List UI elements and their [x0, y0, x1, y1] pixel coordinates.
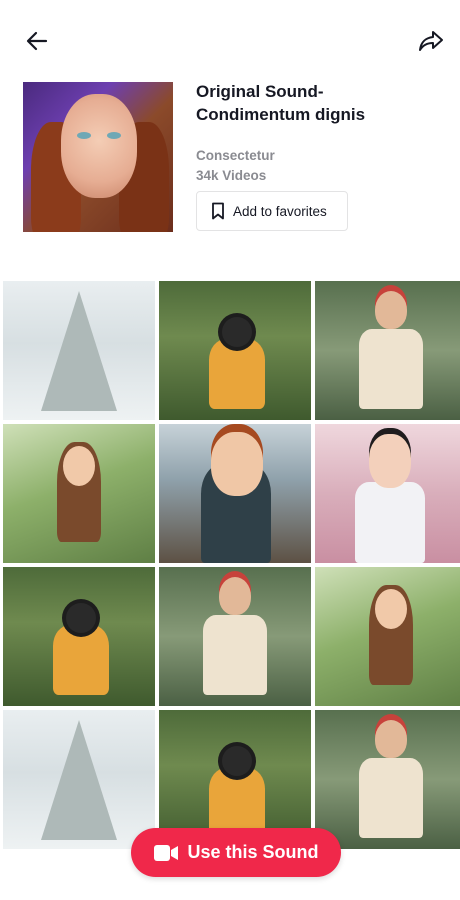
video-thumbnail[interactable]: [159, 424, 311, 563]
cover-eye-left: [77, 132, 91, 139]
video-thumbnail[interactable]: [315, 424, 460, 563]
sound-title: Original Sound- Condimentum dignis: [196, 80, 446, 126]
arrow-left-icon: [26, 31, 48, 51]
share-button[interactable]: [416, 26, 446, 56]
add-to-favorites-button[interactable]: Add to favorites: [196, 191, 348, 231]
video-thumbnail[interactable]: [315, 567, 460, 706]
sound-cover-image: [23, 82, 173, 232]
video-grid: [3, 281, 460, 849]
sound-author[interactable]: Consectetur: [196, 148, 446, 163]
video-count: 34k Videos: [196, 168, 267, 183]
use-this-sound-button[interactable]: Use this Sound: [131, 828, 341, 877]
video-thumbnail[interactable]: [159, 281, 311, 420]
video-thumbnail[interactable]: [315, 710, 460, 849]
video-thumbnail[interactable]: [3, 424, 155, 563]
video-thumbnail[interactable]: [3, 710, 155, 849]
sound-title-line2: Condimentum dignis: [196, 105, 366, 124]
sound-info: Original Sound- Condimentum dignis Conse…: [196, 80, 446, 231]
sound-title-line1: Original Sound-: [196, 82, 324, 101]
add-to-favorites-label: Add to favorites: [233, 203, 327, 219]
bookmark-icon: [211, 202, 225, 220]
video-thumbnail[interactable]: [159, 567, 311, 706]
video-thumbnail[interactable]: [315, 281, 460, 420]
back-button[interactable]: [22, 26, 52, 56]
video-thumbnail[interactable]: [3, 281, 155, 420]
video-thumbnail[interactable]: [3, 567, 155, 706]
video-camera-icon: [153, 844, 179, 862]
top-bar: [0, 0, 460, 80]
share-arrow-icon: [419, 31, 443, 51]
cover-eye-right: [107, 132, 121, 139]
cover-face: [61, 94, 137, 198]
use-this-sound-label: Use this Sound: [187, 842, 319, 862]
